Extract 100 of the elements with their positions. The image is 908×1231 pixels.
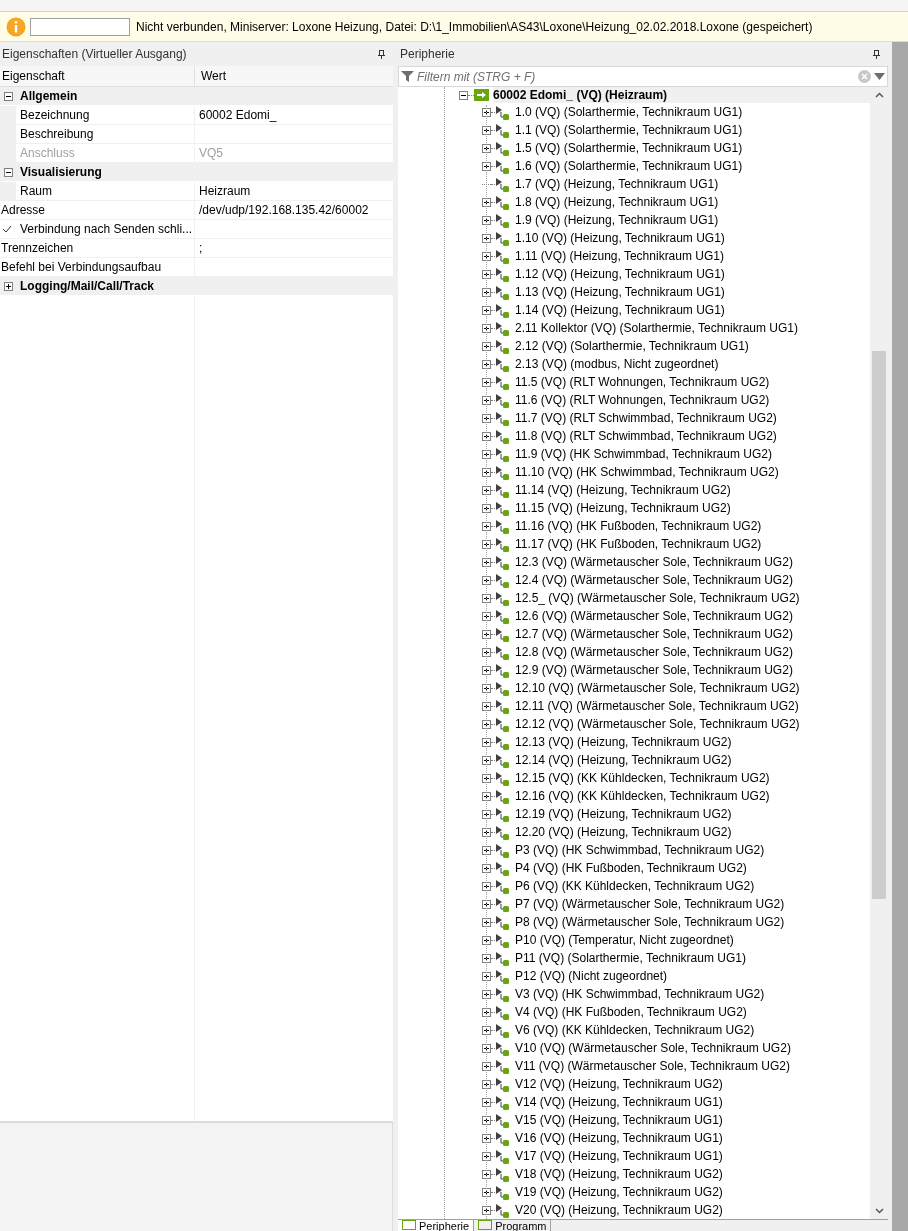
- tree-item[interactable]: V3 (VQ) (HK Schwimmbad, Technikraum UG2): [515, 985, 765, 1003]
- expand-icon[interactable]: [482, 809, 491, 819]
- tree-item[interactable]: P6 (VQ) (KK Kühldecken, Technikraum UG2): [515, 877, 755, 895]
- expand-icon[interactable]: [482, 233, 491, 243]
- expand-icon[interactable]: [482, 629, 491, 639]
- collapse-icon[interactable]: [459, 90, 468, 100]
- expand-icon[interactable]: [482, 323, 491, 333]
- tree-item[interactable]: V16 (VQ) (Heizung, Technikraum UG1): [515, 1129, 723, 1147]
- expand-icon[interactable]: [482, 449, 491, 459]
- tree-item[interactable]: 12.19 (VQ) (Heizung, Technikraum UG2): [515, 805, 732, 823]
- tree-item[interactable]: V15 (VQ) (Heizung, Technikraum UG1): [515, 1111, 723, 1129]
- tree-item[interactable]: 11.7 (VQ) (RLT Schwimmbad, Technikraum UG2): [515, 409, 777, 427]
- expand-icon[interactable]: [482, 161, 491, 171]
- expand-icon[interactable]: [482, 215, 491, 225]
- expand-icon[interactable]: [482, 1115, 491, 1125]
- tree-item[interactable]: V18 (VQ) (Heizung, Technikraum UG2): [515, 1165, 723, 1183]
- expand-icon[interactable]: [482, 989, 491, 999]
- expand-icon[interactable]: [482, 971, 491, 981]
- expand-icon[interactable]: [482, 1007, 491, 1017]
- property-value[interactable]: /dev/udp/192.168.135.42/60002: [199, 201, 369, 219]
- property-value[interactable]: ;: [199, 239, 203, 257]
- tree-item[interactable]: V14 (VQ) (Heizung, Technikraum UG1): [515, 1093, 723, 1111]
- expand-icon[interactable]: [482, 413, 491, 423]
- tree-item[interactable]: V11 (VQ) (Wärmetauscher Sole, Technikraum UG2): [515, 1057, 790, 1075]
- tree-item[interactable]: P4 (VQ) (HK Fußboden, Technikraum UG2): [515, 859, 747, 877]
- tree-item[interactable]: 1.0 (VQ) (Solarthermie, Technikraum UG1): [515, 103, 743, 121]
- tree-item[interactable]: 12.13 (VQ) (Heizung, Technikraum UG2): [515, 733, 732, 751]
- expand-icon[interactable]: [482, 1169, 491, 1179]
- dropdown-icon[interactable]: [874, 73, 885, 80]
- tree-item[interactable]: 12.11 (VQ) (Wärmetauscher Sole, Technikraum UG2): [515, 697, 799, 715]
- tree-item[interactable]: 12.16 (VQ) (KK Kühldecken, Technikraum UG2): [515, 787, 770, 805]
- tree-item[interactable]: 2.12 (VQ) (Solarthermie, Technikraum UG1): [515, 337, 749, 355]
- expand-icon[interactable]: [482, 575, 491, 585]
- scrollbar[interactable]: [870, 87, 888, 1219]
- expand-icon[interactable]: [482, 827, 491, 837]
- tree-item[interactable]: 2.11 Kollektor (VQ) (Solarthermie, Technikraum UG1): [515, 319, 798, 337]
- tree-item[interactable]: V19 (VQ) (Heizung, Technikraum UG2): [515, 1183, 723, 1201]
- expand-icon[interactable]: [482, 917, 491, 927]
- tree-item[interactable]: 12.7 (VQ) (Wärmetauscher Sole, Technikraum UG2): [515, 625, 793, 643]
- expand-icon[interactable]: [482, 431, 491, 441]
- tree-item[interactable]: 1.1 (VQ) (Solarthermie, Technikraum UG1): [515, 121, 743, 139]
- tree-item[interactable]: 11.17 (VQ) (HK Fußboden, Technikraum UG2): [515, 535, 762, 553]
- expand-icon[interactable]: [482, 701, 491, 711]
- expand-icon[interactable]: [482, 683, 491, 693]
- expand-icon[interactable]: [482, 1187, 491, 1197]
- column-header[interactable]: Eigenschaft: [0, 66, 195, 86]
- tree-item[interactable]: 1.14 (VQ) (Heizung, Technikraum UG1): [515, 301, 725, 319]
- filter-field[interactable]: Filtern mit (STRG + F): [398, 66, 888, 87]
- expand-icon[interactable]: [482, 845, 491, 855]
- tree-item[interactable]: 11.10 (VQ) (HK Schwimmbad, Technikraum UG2): [515, 463, 779, 481]
- tree-item[interactable]: 12.6 (VQ) (Wärmetauscher Sole, Technikraum UG2): [515, 607, 793, 625]
- expand-icon[interactable]: [482, 269, 491, 279]
- expand-icon[interactable]: [482, 665, 491, 675]
- tree-item[interactable]: 12.5_ (VQ) (Wärmetauscher Sole, Technikraum UG2): [515, 589, 800, 607]
- tree-item[interactable]: P11 (VQ) (Solarthermie, Technikraum UG1): [515, 949, 746, 967]
- tree-item[interactable]: 11.6 (VQ) (RLT Wohnungen, Technikraum UG2): [515, 391, 770, 409]
- tree-item[interactable]: 12.10 (VQ) (Wärmetauscher Sole, Technikraum UG2): [515, 679, 800, 697]
- tree-item[interactable]: 1.6 (VQ) (Solarthermie, Technikraum UG1): [515, 157, 743, 175]
- expand-icon[interactable]: [482, 881, 491, 891]
- tree-item[interactable]: V12 (VQ) (Heizung, Technikraum UG2): [515, 1075, 723, 1093]
- tree-item[interactable]: 12.9 (VQ) (Wärmetauscher Sole, Technikraum UG2): [515, 661, 793, 679]
- expand-icon[interactable]: [482, 1151, 491, 1161]
- tree-item[interactable]: 1.7 (VQ) (Heizung, Technikraum UG1): [515, 175, 719, 193]
- tree-item[interactable]: 1.5 (VQ) (Solarthermie, Technikraum UG1): [515, 139, 743, 157]
- tree-item[interactable]: P7 (VQ) (Wärmetauscher Sole, Technikraum UG2): [515, 895, 785, 913]
- expand-icon[interactable]: [482, 899, 491, 909]
- expand-icon[interactable]: [482, 935, 491, 945]
- tree-item[interactable]: 11.9 (VQ) (HK Schwimmbad, Technikraum UG2): [515, 445, 772, 463]
- expand-icon[interactable]: [482, 341, 491, 351]
- tree-item[interactable]: 1.10 (VQ) (Heizung, Technikraum UG1): [515, 229, 725, 247]
- property-value[interactable]: 60002 Edomi_: [199, 106, 277, 124]
- expand-icon[interactable]: [482, 647, 491, 657]
- expand-icon[interactable]: [482, 1025, 491, 1035]
- tree-item[interactable]: 11.5 (VQ) (RLT Wohnungen, Technikraum UG2): [515, 373, 770, 391]
- expand-icon[interactable]: [482, 143, 491, 153]
- expand-icon[interactable]: [482, 557, 491, 567]
- expand-icon[interactable]: [482, 503, 491, 513]
- scroll-down-icon[interactable]: [874, 1208, 884, 1214]
- expand-icon[interactable]: [482, 1205, 491, 1215]
- expand-icon[interactable]: [482, 107, 491, 117]
- tree-item[interactable]: 1.13 (VQ) (Heizung, Technikraum UG1): [515, 283, 725, 301]
- property-value[interactable]: Heizraum: [199, 182, 251, 200]
- tree-item[interactable]: 1.11 (VQ) (Heizung, Technikraum UG1): [515, 247, 724, 265]
- tree-item[interactable]: 11.15 (VQ) (Heizung, Technikraum UG2): [515, 499, 731, 517]
- filter-input[interactable]: Filtern mit (STRG + F): [417, 67, 855, 86]
- scroll-up-icon[interactable]: [874, 92, 884, 98]
- expand-icon[interactable]: [482, 593, 491, 603]
- tree-item[interactable]: 12.4 (VQ) (Wärmetauscher Sole, Technikraum UG2): [515, 571, 793, 589]
- expand-icon[interactable]: [482, 1133, 491, 1143]
- expand-icon[interactable]: [482, 719, 491, 729]
- category-row[interactable]: Logging/Mail/Call/Track: [0, 277, 393, 296]
- expand-icon[interactable]: [482, 377, 491, 387]
- expand-icon[interactable]: [482, 1097, 491, 1107]
- expand-icon[interactable]: [482, 755, 491, 765]
- category-row[interactable]: Allgemein: [0, 87, 393, 106]
- expand-icon[interactable]: [482, 125, 491, 135]
- tree-item[interactable]: 12.20 (VQ) (Heizung, Technikraum UG2): [515, 823, 732, 841]
- expand-icon[interactable]: [482, 1079, 491, 1089]
- collapse-icon[interactable]: [3, 167, 13, 177]
- tree-item[interactable]: V20 (VQ) (Heizung, Technikraum UG2): [515, 1201, 723, 1219]
